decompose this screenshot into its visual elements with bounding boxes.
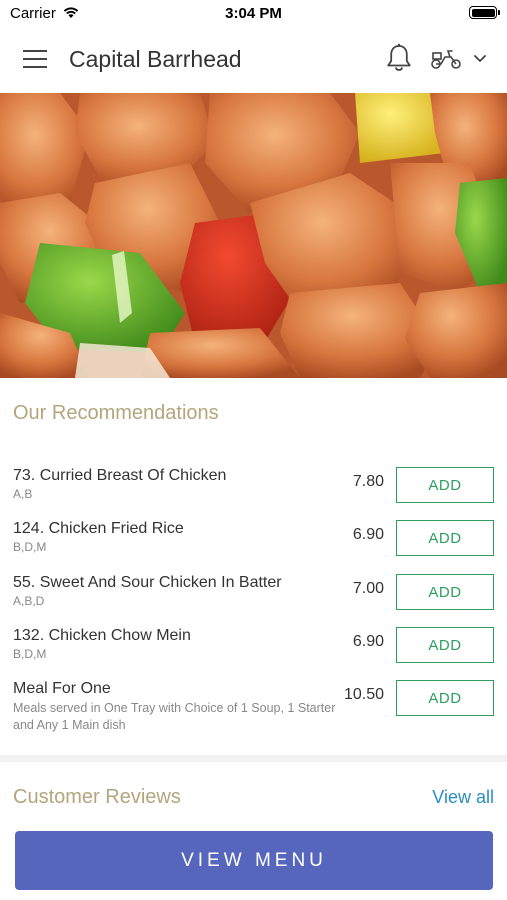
list-item: Meal For One Meals served in One Tray wi…: [0, 680, 507, 740]
item-price: 6.90: [352, 526, 384, 543]
scooter-icon[interactable]: [430, 48, 462, 70]
add-button[interactable]: ADD: [396, 627, 494, 663]
item-codes: B,D,M: [13, 647, 47, 661]
app-header: Capital Barrhead: [0, 26, 507, 93]
page-title: Capital Barrhead: [69, 46, 242, 72]
item-name: 55. Sweet And Sour Chicken In Batter: [13, 574, 282, 591]
item-name: 124. Chicken Fried Rice: [13, 520, 184, 537]
status-bar: Carrier 3:04 PM: [0, 0, 507, 26]
item-price: 10.50: [343, 686, 384, 703]
bell-icon[interactable]: [385, 43, 413, 73]
item-name: Meal For One: [13, 680, 111, 697]
menu-icon[interactable]: [23, 50, 47, 68]
recommendations-title: Our Recommendations: [13, 402, 219, 424]
battery-icon: [469, 6, 500, 19]
item-name: 132. Chicken Chow Mein: [13, 627, 191, 644]
list-item: 132. Chicken Chow Mein B,D,M 6.90 ADD: [0, 627, 507, 680]
hero-food-image: [0, 93, 507, 378]
item-description: Meals served in One Tray with Choice of …: [13, 701, 336, 732]
add-button[interactable]: ADD: [396, 467, 494, 503]
item-codes: A,B,D: [13, 594, 45, 608]
list-item: 55. Sweet And Sour Chicken In Batter A,B…: [0, 574, 507, 627]
list-item: 73. Curried Breast Of Chicken A,B 7.80 A…: [0, 467, 507, 520]
item-name: 73. Curried Breast Of Chicken: [13, 467, 227, 484]
view-all-link[interactable]: View all: [432, 787, 494, 808]
section-divider: [0, 755, 507, 762]
clock-label: 3:04 PM: [225, 5, 282, 22]
view-menu-button[interactable]: VIEW MENU: [15, 831, 493, 890]
add-button[interactable]: ADD: [396, 680, 494, 716]
reviews-title: Customer Reviews: [13, 786, 181, 808]
item-price: 7.00: [352, 580, 384, 597]
add-button[interactable]: ADD: [396, 574, 494, 610]
item-price: 7.80: [352, 473, 384, 490]
item-codes: A,B: [13, 487, 33, 501]
item-price: 6.90: [352, 633, 384, 650]
chevron-down-icon[interactable]: [472, 52, 488, 66]
item-codes: B,D,M: [13, 540, 47, 554]
sweet-and-sour-chicken-photo: [0, 93, 507, 378]
add-button[interactable]: ADD: [396, 520, 494, 556]
list-item: 124. Chicken Fried Rice B,D,M 6.90 ADD: [0, 520, 507, 573]
